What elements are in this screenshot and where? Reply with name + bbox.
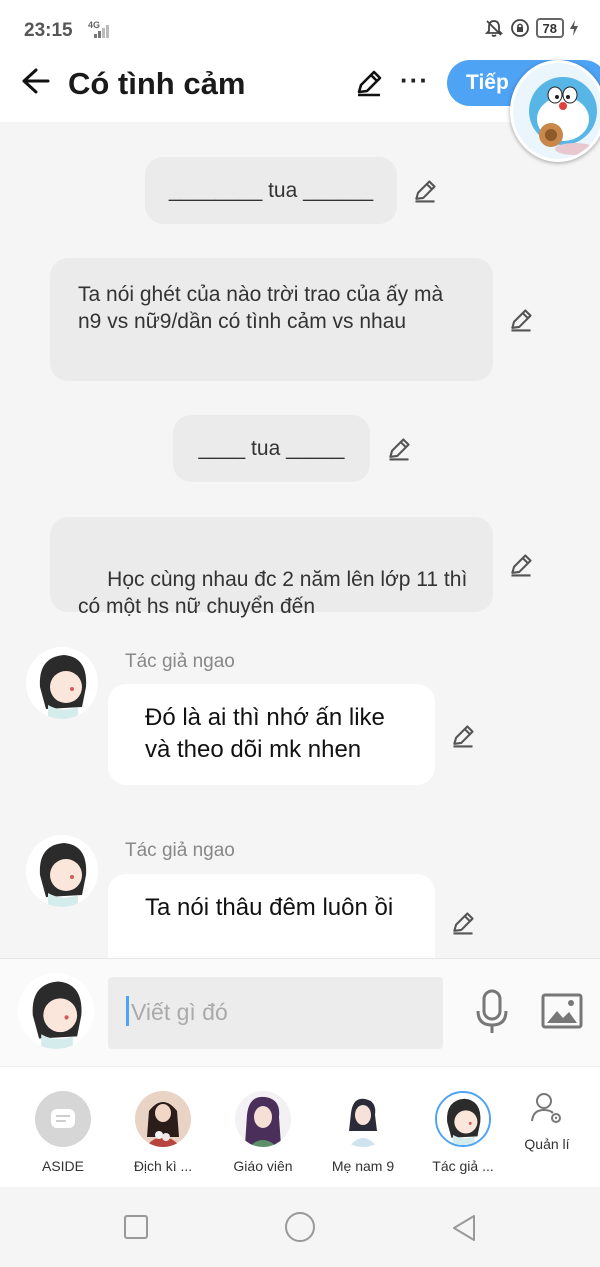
- edit-pencil-icon[interactable]: [508, 552, 534, 578]
- message-input[interactable]: Viết gì đó: [108, 977, 443, 1049]
- edit-pencil-icon[interactable]: [354, 68, 384, 98]
- character-avatar: [235, 1091, 291, 1147]
- character-item-selected[interactable]: Tác giả ...: [418, 1091, 508, 1174]
- character-selector: ASIDE Địch kì ... Giáo viên Mẹ nam 9 Tác…: [0, 1066, 600, 1187]
- microphone-icon[interactable]: [474, 989, 510, 1035]
- narration-message[interactable]: ____ tua _____: [173, 415, 370, 482]
- character-name: Mẹ nam 9: [331, 1158, 395, 1174]
- narration-text: ________ tua ______: [168, 179, 374, 202]
- edit-pencil-icon[interactable]: [508, 307, 534, 333]
- anime-girl-avatar-icon: [18, 973, 94, 1049]
- character-name: Tác giả ...: [432, 1158, 494, 1174]
- manage-characters-button[interactable]: Quản lí: [516, 1091, 578, 1152]
- message-composer: Viết gì đó: [0, 958, 600, 1066]
- character-name: ASIDE: [41, 1158, 84, 1174]
- charging-icon: [570, 20, 578, 36]
- anime-girl-avatar-icon: [26, 647, 98, 719]
- status-bar: 23:15 4G 78: [0, 0, 600, 60]
- message-bubble[interactable]: Ta nói thâu đêm luôn ồi: [108, 874, 435, 958]
- anime-girl-avatar-icon: [437, 1093, 489, 1145]
- character-name: Giáo viên: [233, 1158, 293, 1174]
- author-avatar[interactable]: [26, 647, 98, 719]
- back-triangle-icon[interactable]: [450, 1213, 478, 1243]
- message-text: Ta nói thâu đêm luôn ồi: [145, 894, 394, 921]
- mother-avatar-icon: [335, 1091, 391, 1147]
- recent-apps-button[interactable]: [124, 1215, 148, 1239]
- character-item[interactable]: Địch kì ...: [118, 1091, 208, 1174]
- status-time: 23:15: [24, 20, 73, 41]
- more-options-icon[interactable]: ···: [400, 67, 429, 93]
- narration-text: Ta nói ghét của nào trời trao của ấy mà …: [78, 283, 444, 333]
- back-arrow-icon[interactable]: [20, 66, 50, 96]
- edit-pencil-icon[interactable]: [386, 436, 412, 462]
- manage-label: Quản lí: [524, 1136, 570, 1152]
- home-button[interactable]: [285, 1212, 315, 1242]
- narration-message[interactable]: ________ tua ______: [145, 157, 397, 224]
- character-name: Địch kì ...: [133, 1158, 193, 1174]
- narration-message[interactable]: Ta nói ghét của nào trời trao của ấy mà …: [50, 258, 493, 381]
- chat-bubble-icon: [51, 1109, 75, 1128]
- text-caret: [126, 995, 129, 1026]
- narration-text: Học cùng nhau đc 2 năm lên lớp 11 thì có…: [78, 568, 474, 618]
- message-input-placeholder: Viết gì đó: [131, 999, 228, 1025]
- battery-indicator: 78: [535, 18, 564, 38]
- character-avatar: [335, 1091, 391, 1147]
- mute-bell-icon: [484, 20, 503, 37]
- narration-text: ____ tua _____: [198, 437, 345, 460]
- signal-icon: [94, 25, 109, 38]
- author-avatar[interactable]: [26, 835, 98, 907]
- current-character-avatar[interactable]: [18, 973, 94, 1049]
- character-item[interactable]: Mẹ nam 9: [318, 1091, 408, 1174]
- message-bubble[interactable]: Đó là ai thì nhớ ấn like và theo dõi mk …: [108, 684, 435, 785]
- aside-avatar: [35, 1091, 91, 1147]
- edit-pencil-icon[interactable]: [450, 910, 476, 936]
- edit-pencil-icon[interactable]: [450, 723, 476, 749]
- girl-with-flowers-avatar-icon: [135, 1091, 191, 1147]
- narration-message[interactable]: Học cùng nhau đc 2 năm lên lớp 11 thì có…: [50, 517, 493, 618]
- system-nav-bar: [0, 1187, 600, 1267]
- chat-area[interactable]: ________ tua ______ Ta nói ghét của nào …: [0, 122, 600, 958]
- character-item[interactable]: Giáo viên: [218, 1091, 308, 1174]
- page-title: Có tình cảm: [68, 66, 246, 101]
- message-text: Đó là ai thì nhớ ấn like và theo dõi mk …: [145, 704, 385, 763]
- lock-rotation-icon: [510, 19, 529, 37]
- user-settings-icon: [531, 1093, 561, 1123]
- edit-pencil-icon[interactable]: [412, 178, 438, 204]
- character-aside[interactable]: ASIDE: [18, 1091, 108, 1174]
- image-icon[interactable]: [541, 993, 583, 1029]
- author-name: Tác giả ngao: [125, 651, 235, 672]
- character-avatar: [435, 1091, 491, 1147]
- author-name: Tác giả ngao: [125, 840, 235, 861]
- character-avatar: [135, 1091, 191, 1147]
- anime-girl-avatar-icon: [26, 835, 98, 907]
- teacher-avatar-icon: [235, 1091, 291, 1147]
